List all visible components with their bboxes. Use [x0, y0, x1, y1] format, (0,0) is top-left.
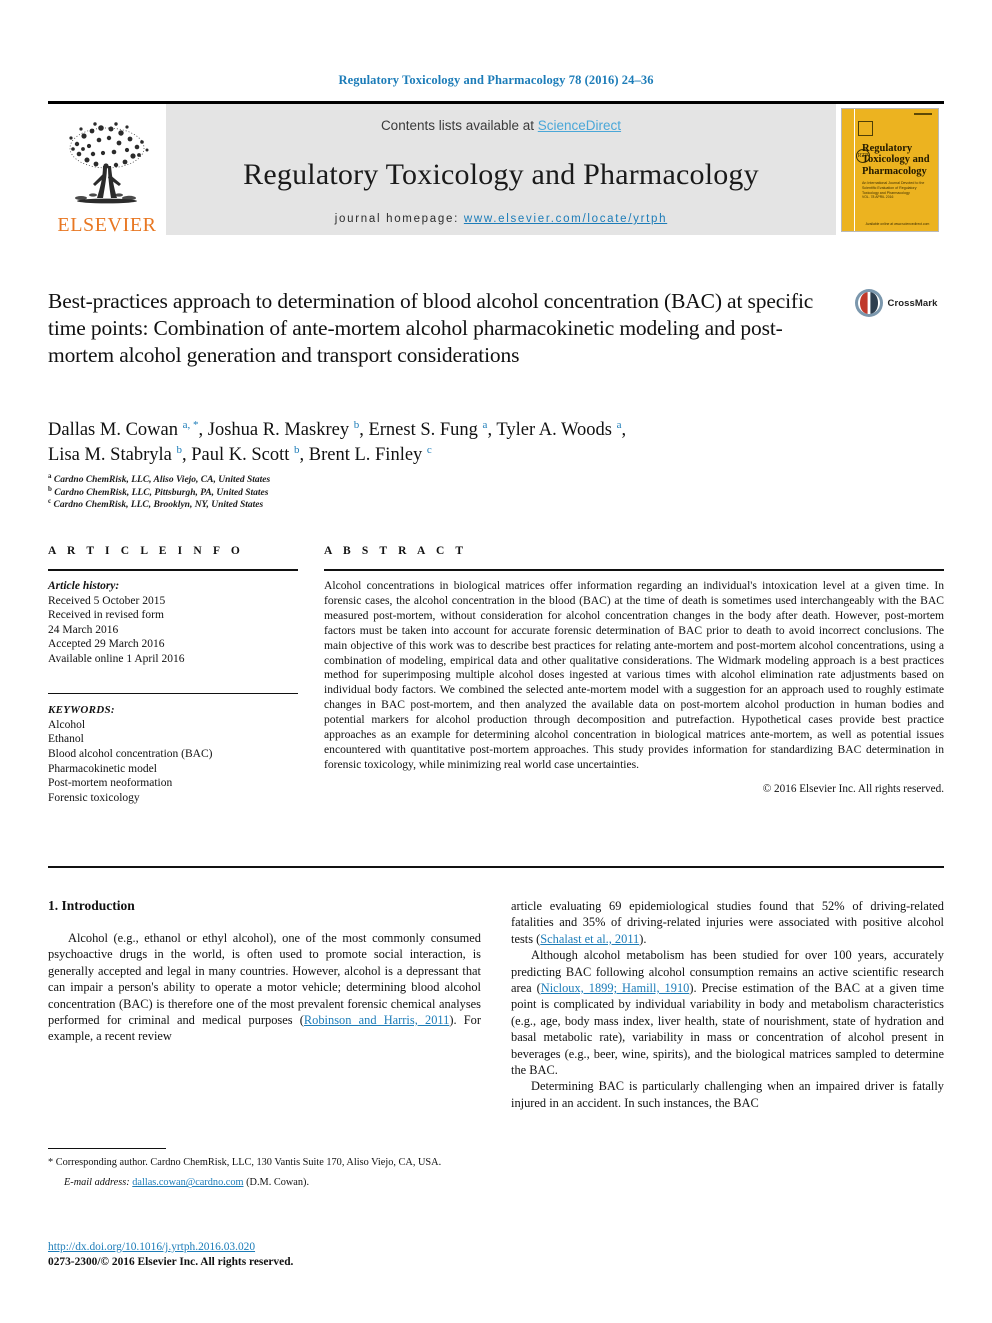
cover-title: Regulatory Toxicology and Pharmacology [862, 142, 930, 177]
cover-subtitle: An International Journal Devoted to the … [862, 180, 925, 195]
journal-masthead: ELSEVIER Contents lists available at Sci… [48, 101, 944, 235]
paragraph: Although alcohol metabolism has been stu… [511, 947, 944, 1078]
abstract-copyright: © 2016 Elsevier Inc. All rights reserved… [762, 782, 944, 795]
paragraph-text-end: ). [639, 931, 647, 946]
author-list: Dallas M. Cowan a, *, Joshua R. Maskrey … [48, 418, 898, 468]
history-item: Accepted 29 March 2016 [48, 638, 165, 651]
paragraph: Alcohol (e.g., ethanol or ethyl alcohol)… [48, 930, 481, 1045]
cover-spine-line [854, 108, 855, 231]
history-item: 24 March 2016 [48, 623, 119, 636]
keyword-item: Blood alcohol concentration (BAC) [48, 747, 213, 760]
issn-copyright: 0273-2300/© 2016 Elsevier Inc. All right… [48, 1256, 294, 1268]
email-label: E-mail address: [64, 1177, 130, 1189]
homepage-prefix: journal homepage: [334, 213, 464, 225]
cover-volume-line: VOL. 78 APRIL 2016 [862, 194, 894, 199]
panel-bottom-rule [48, 866, 944, 868]
elsevier-wordmark: ELSEVIER [57, 214, 157, 236]
publication-footer: http://dx.doi.org/10.1016/j.yrtph.2016.0… [48, 1240, 548, 1270]
crossmark-icon [855, 289, 884, 317]
article-info-column: A R T I C L E I N F O Article history: R… [48, 545, 298, 805]
abstract-text: Alcohol concentrations in biological mat… [324, 579, 944, 771]
author-line-2: Lisa M. Stabryla b, Paul K. Scott b, Bre… [48, 443, 432, 465]
article-info-rule [48, 569, 298, 571]
affiliation-list: a Cardno ChemRisk, LLC, Aliso Viejo, CA,… [48, 471, 748, 512]
journal-homepage-link[interactable]: www.elsevier.com/locate/yrtph [464, 213, 667, 225]
body-columns: 1. Introduction Alcohol (e.g., ethanol o… [48, 898, 944, 1111]
article-history-label: Article history: [48, 580, 120, 592]
keyword-item: Post-mortem neoformation [48, 777, 173, 790]
keyword-item: Ethanol [48, 733, 84, 746]
info-abstract-panel: A R T I C L E I N F O Article history: R… [48, 545, 944, 805]
paragraph: article evaluating 69 epidemiological st… [511, 898, 944, 947]
citation-link[interactable]: Schalast et al., 2011 [540, 932, 639, 946]
journal-homepage-line: journal homepage: www.elsevier.com/locat… [335, 213, 667, 225]
section-heading-introduction: 1. Introduction [48, 898, 135, 913]
keyword-item: Alcohol [48, 718, 86, 731]
article-history-block: Article history: Received 5 October 2015… [48, 579, 298, 667]
history-item: Received in revised form [48, 609, 164, 622]
journal-title: Regulatory Toxicology and Pharmacology [243, 158, 759, 191]
email-link[interactable]: dallas.cowan@cardno.com [132, 1177, 243, 1188]
title-block: Best-practices approach to determination… [48, 288, 944, 369]
keywords-block: KEYWORDS: Alcohol Ethanol Blood alcohol … [48, 703, 298, 805]
keyword-item: Forensic toxicology [48, 791, 140, 804]
elsevier-logo: ELSEVIER [48, 104, 166, 235]
affiliation-item: b Cardno ChemRisk, LLC, Pittsburgh, PA, … [48, 484, 269, 498]
page-title: Best-practices approach to determination… [48, 289, 814, 367]
abstract-heading: A B S T R A C T [324, 545, 468, 557]
author-line-1: Dallas M. Cowan a, *, Joshua R. Maskrey … [48, 418, 627, 440]
sciencedirect-link[interactable]: ScienceDirect [538, 118, 621, 133]
cover-footer: Available online at www.sciencedirect.co… [865, 221, 930, 226]
keywords-rule [48, 692, 298, 695]
keywords-label: KEYWORDS: [48, 704, 115, 717]
article-info-heading: A R T I C L E I N F O [48, 545, 244, 557]
cover-issn-bar [914, 112, 932, 115]
citation-link[interactable]: Robinson and Harris, 2011 [304, 1013, 449, 1027]
abstract-column: A B S T R A C T Alcohol concentrations i… [324, 545, 944, 805]
email-suffix: (D.M. Cowan). [246, 1177, 310, 1189]
footnote-rule [48, 1148, 166, 1149]
paper-page: Regulatory Toxicology and Pharmacology 7… [0, 0, 992, 1323]
history-item: Received 5 October 2015 [48, 594, 166, 607]
body-column-right: article evaluating 69 epidemiological st… [511, 898, 944, 1111]
cover-emblem-icon [858, 120, 873, 136]
crossmark-label: CrossMark [887, 297, 938, 309]
crossmark-badge[interactable]: CrossMark [848, 288, 944, 318]
doi-link[interactable]: http://dx.doi.org/10.1016/j.yrtph.2016.0… [48, 1241, 255, 1253]
contents-available-line: Contents lists available at ScienceDirec… [381, 118, 621, 133]
elsevier-tree-icon [69, 122, 149, 204]
journal-cover-image: RTP Regulatory Toxicology and Pharmacolo… [841, 107, 939, 232]
contents-prefix: Contents lists available at [380, 118, 538, 133]
footnote-area: * Corresponding author. Cardno ChemRisk,… [48, 1148, 481, 1190]
masthead-center: Contents lists available at ScienceDirec… [166, 104, 836, 235]
journal-cover-thumbnail[interactable]: RTP Regulatory Toxicology and Pharmacolo… [836, 104, 944, 235]
history-item: Available online 1 April 2016 [48, 652, 185, 665]
running-head: Regulatory Toxicology and Pharmacology 7… [338, 73, 654, 87]
affiliation-item: a Cardno ChemRisk, LLC, Aliso Viejo, CA,… [48, 471, 271, 485]
paragraph-text-end: ). Precise estimation of the BAC at a gi… [511, 981, 944, 1078]
paragraph: Determining BAC is particularly challeng… [511, 1079, 944, 1110]
citation-link[interactable]: Nicloux, 1899; Hamill, 1910 [541, 981, 690, 995]
abstract-rule [324, 569, 944, 571]
affiliation-item: c Cardno ChemRisk, LLC, Brooklyn, NY, Un… [48, 497, 264, 511]
email-note: E-mail address: dallas.cowan@cardno.com … [48, 1176, 481, 1189]
corresponding-author-note: * Corresponding author. Cardno ChemRisk,… [48, 1157, 442, 1168]
keyword-item: Pharmacokinetic model [48, 762, 157, 775]
body-column-left: 1. Introduction Alcohol (e.g., ethanol o… [48, 898, 481, 1111]
